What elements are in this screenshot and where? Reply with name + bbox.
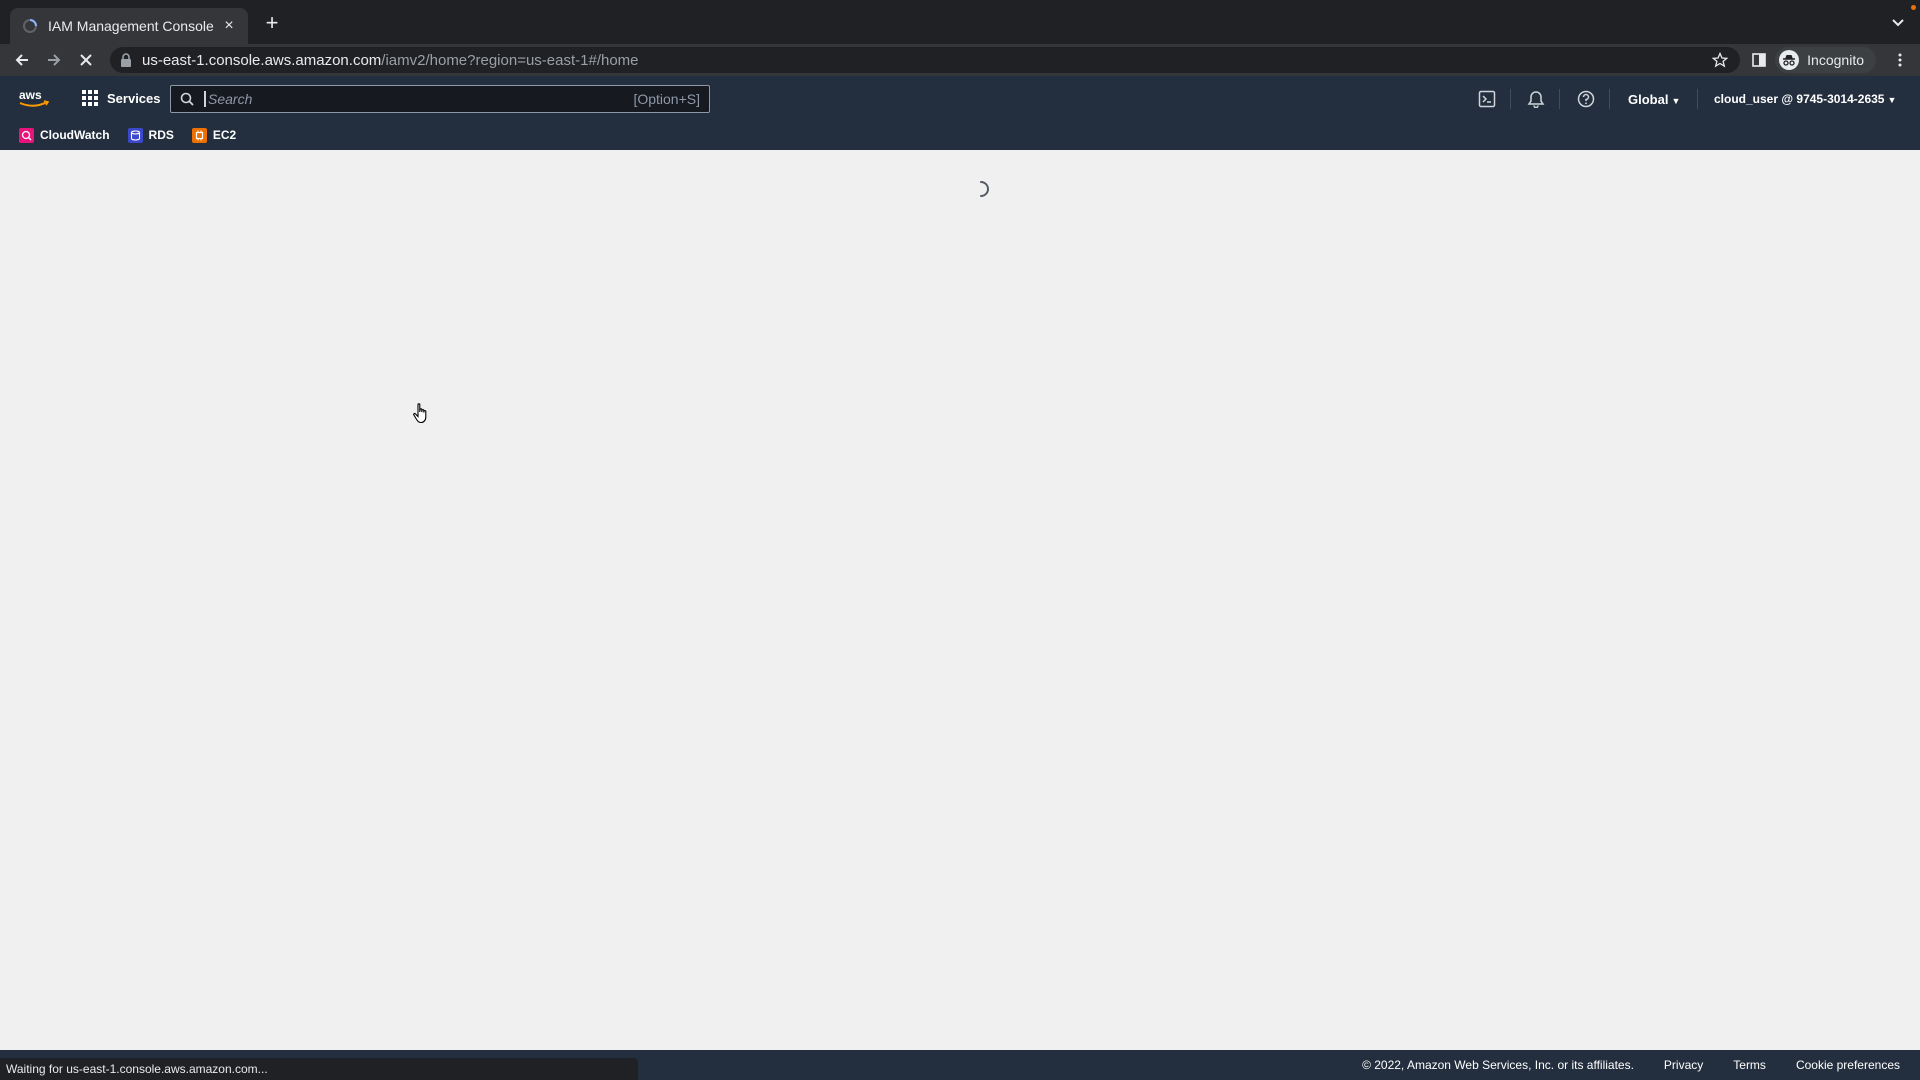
address-bar[interactable]: us-east-1.console.aws.amazon.com/iamv2/h… [110, 47, 1740, 73]
nav-divider [1609, 89, 1610, 109]
side-panel-icon [1752, 53, 1766, 67]
services-menu-button[interactable]: Services [82, 90, 161, 106]
browser-toolbar: us-east-1.console.aws.amazon.com/iamv2/h… [0, 44, 1920, 76]
close-icon [80, 54, 92, 66]
ec2-icon [191, 127, 207, 143]
loading-favicon-icon [23, 19, 37, 33]
incognito-icon [1779, 50, 1800, 70]
region-label: Global [1628, 92, 1669, 107]
tab-title: IAM Management Console [48, 18, 214, 34]
favorite-ec2[interactable]: EC2 [191, 127, 237, 143]
arrow-right-icon [48, 54, 61, 66]
url-host: us-east-1.console.aws.amazon.com [142, 51, 382, 69]
nav-divider [1510, 89, 1511, 109]
search-input[interactable] [204, 91, 634, 107]
caret-down-icon: ▼ [1887, 95, 1897, 105]
copyright-text: © 2022, Amazon Web Services, Inc. or its… [1362, 1058, 1634, 1072]
arrow-left-icon [15, 54, 28, 66]
loading-spinner-icon [980, 181, 989, 197]
new-tab-button[interactable]: + [260, 12, 284, 36]
rds-icon [127, 127, 143, 143]
favorite-label: EC2 [212, 128, 237, 142]
browser-tab-iam[interactable]: IAM Management Console × [10, 8, 248, 44]
hand-cursor-icon [413, 403, 427, 424]
aws-search-box[interactable]: [Option+S] [170, 85, 710, 113]
recording-indicator [1911, 5, 1916, 10]
side-panel-button[interactable] [1743, 44, 1775, 76]
help-icon[interactable] [1577, 90, 1595, 108]
tab-search-icon[interactable] [1890, 14, 1906, 30]
nav-divider [1559, 89, 1560, 109]
notifications-bell-icon[interactable] [1527, 90, 1545, 108]
close-tab-icon[interactable]: × [220, 17, 238, 35]
aws-top-bar: aws Services [Option+S] [0, 76, 1920, 122]
search-shortcut-hint: [Option+S] [633, 91, 700, 107]
svg-text:aws: aws [19, 88, 42, 102]
main-content [0, 150, 1920, 1050]
region-selector[interactable]: Global ▼ [1628, 92, 1680, 107]
favorite-label: RDS [148, 128, 174, 142]
favorite-label: CloudWatch [40, 128, 110, 142]
favorite-rds[interactable]: RDS [127, 127, 174, 143]
search-icon [180, 92, 194, 106]
cloudshell-icon[interactable] [1478, 90, 1496, 108]
back-button[interactable] [6, 44, 38, 76]
grid-icon [82, 90, 98, 106]
privacy-link[interactable]: Privacy [1664, 1058, 1703, 1072]
profile-label: Incognito [1807, 52, 1864, 68]
browser-status-bubble: Waiting for us-east-1.console.aws.amazon… [0, 1058, 638, 1080]
more-vertical-icon [1898, 53, 1902, 67]
favorites-bar: CloudWatch RDS EC2 [0, 122, 254, 148]
bookmark-star-icon[interactable] [1712, 52, 1728, 68]
url-path: /iamv2/home?region=us-east-1#/home [381, 51, 639, 69]
forward-button[interactable] [38, 44, 70, 76]
browser-tab-strip: IAM Management Console × + [0, 0, 1920, 44]
cookie-preferences-link[interactable]: Cookie preferences [1796, 1058, 1900, 1072]
stop-loading-button[interactable] [70, 44, 102, 76]
caret-down-icon: ▼ [1671, 96, 1681, 106]
account-menu[interactable]: cloud_user @ 9745-3014-2635 ▼ [1714, 92, 1896, 106]
cloudwatch-icon [19, 127, 34, 143]
terms-link[interactable]: Terms [1733, 1058, 1766, 1072]
browser-menu-button[interactable] [1884, 44, 1916, 76]
services-label: Services [107, 90, 161, 106]
lock-icon [121, 53, 131, 67]
favorite-cloudwatch[interactable]: CloudWatch [19, 127, 110, 143]
account-label: cloud_user @ 9745-3014-2635 [1714, 92, 1885, 106]
aws-logo-icon[interactable]: aws [18, 87, 50, 111]
toolbar-right: Incognito [1743, 44, 1920, 76]
incognito-profile-button[interactable]: Incognito [1775, 47, 1876, 73]
nav-divider [1697, 89, 1698, 109]
